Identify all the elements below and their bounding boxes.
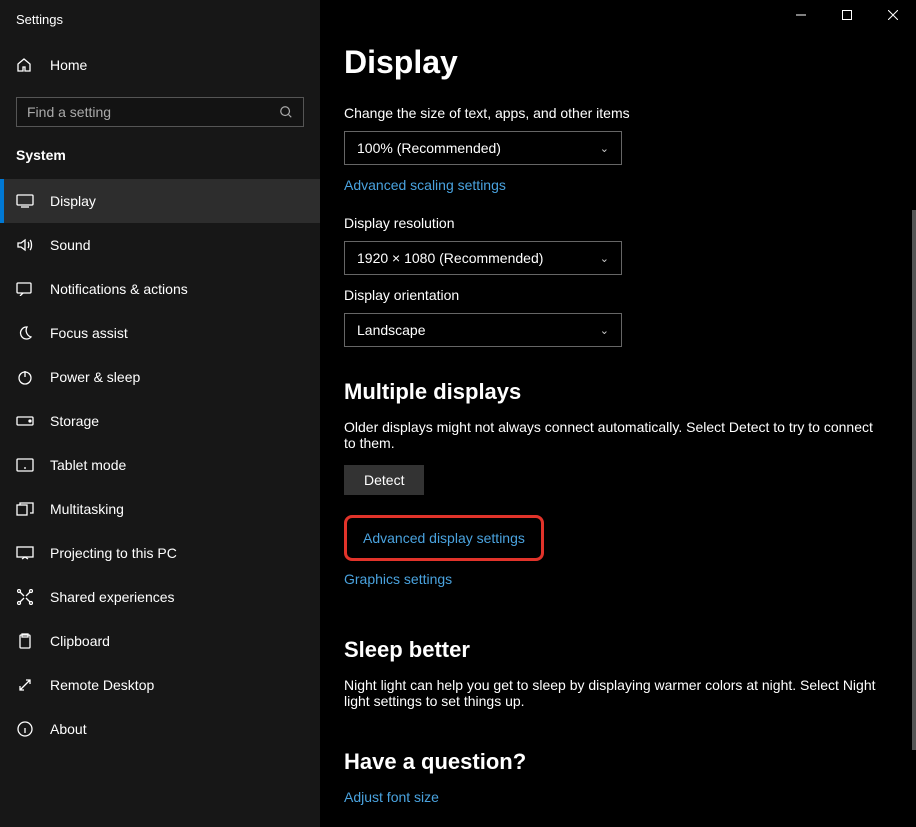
advanced-display-link[interactable]: Advanced display settings [363, 530, 525, 546]
scale-value: 100% (Recommended) [357, 140, 501, 156]
power-icon [16, 368, 34, 386]
nav-label: Power & sleep [50, 369, 140, 385]
projecting-icon [16, 544, 34, 562]
nav-item-display[interactable]: Display [0, 179, 320, 223]
advanced-scaling-link[interactable]: Advanced scaling settings [344, 177, 506, 193]
search-box[interactable] [16, 97, 304, 127]
orientation-select[interactable]: Landscape ⌄ [344, 313, 622, 347]
graphics-settings-link[interactable]: Graphics settings [344, 571, 452, 587]
nav-label: Clipboard [50, 633, 110, 649]
search-input[interactable] [27, 104, 279, 120]
nav-item-storage[interactable]: Storage [0, 399, 320, 443]
tablet-icon [16, 456, 34, 474]
home-label: Home [50, 57, 87, 73]
remote-icon [16, 676, 34, 694]
nav-item-power[interactable]: Power & sleep [0, 355, 320, 399]
chevron-down-icon: ⌄ [600, 252, 609, 265]
chevron-down-icon: ⌄ [600, 142, 609, 155]
nav-item-notifications[interactable]: Notifications & actions [0, 267, 320, 311]
home-button[interactable]: Home [0, 47, 320, 83]
nav-item-projecting[interactable]: Projecting to this PC [0, 531, 320, 575]
main-panel: Display Change the size of text, apps, a… [320, 0, 916, 827]
nav-item-remote[interactable]: Remote Desktop [0, 663, 320, 707]
multitasking-icon [16, 500, 34, 518]
nav-label: Projecting to this PC [50, 545, 177, 561]
nav-label: Remote Desktop [50, 677, 154, 693]
scrollbar[interactable] [912, 210, 916, 750]
nav-label: Tablet mode [50, 457, 126, 473]
nav-item-clipboard[interactable]: Clipboard [0, 619, 320, 663]
highlight-annotation: Advanced display settings [344, 515, 544, 561]
moon-icon [16, 324, 34, 342]
nav-label: About [50, 721, 87, 737]
page-title: Display [344, 44, 876, 81]
orientation-value: Landscape [357, 322, 426, 338]
storage-icon [16, 412, 34, 430]
scale-label: Change the size of text, apps, and other… [344, 105, 876, 121]
category-label: System [0, 147, 320, 179]
minimize-button[interactable] [778, 0, 824, 30]
sleep-better-title: Sleep better [344, 637, 876, 663]
nav-item-focus-assist[interactable]: Focus assist [0, 311, 320, 355]
nav-item-multitasking[interactable]: Multitasking [0, 487, 320, 531]
window-controls [778, 0, 916, 30]
question-title: Have a question? [344, 749, 876, 775]
chevron-down-icon: ⌄ [600, 324, 609, 337]
nav-label: Sound [50, 237, 90, 253]
sound-icon [16, 236, 34, 254]
nav-item-tablet[interactable]: Tablet mode [0, 443, 320, 487]
search-icon [279, 105, 293, 119]
home-icon [16, 57, 34, 73]
nav-item-about[interactable]: About [0, 707, 320, 751]
clipboard-icon [16, 632, 34, 650]
content-area: Display Change the size of text, apps, a… [320, 0, 916, 827]
maximize-button[interactable] [824, 0, 870, 30]
nav-item-shared[interactable]: Shared experiences [0, 575, 320, 619]
display-icon [16, 192, 34, 210]
resolution-select[interactable]: 1920 × 1080 (Recommended) ⌄ [344, 241, 622, 275]
multiple-displays-body: Older displays might not always connect … [344, 419, 876, 451]
resolution-label: Display resolution [344, 215, 876, 231]
close-button[interactable] [870, 0, 916, 30]
detect-button[interactable]: Detect [344, 465, 424, 495]
nav-list: Display Sound Notifications & actions Fo… [0, 179, 320, 751]
sleep-better-body: Night light can help you get to sleep by… [344, 677, 876, 709]
nav-label: Focus assist [50, 325, 128, 341]
multiple-displays-title: Multiple displays [344, 379, 876, 405]
resolution-value: 1920 × 1080 (Recommended) [357, 250, 543, 266]
sidebar: Settings Home System Display Sound Notif… [0, 0, 320, 827]
shared-icon [16, 588, 34, 606]
adjust-font-link[interactable]: Adjust font size [344, 789, 439, 805]
info-icon [16, 720, 34, 738]
scrollbar-thumb[interactable] [912, 210, 916, 750]
notifications-icon [16, 280, 34, 298]
scale-select[interactable]: 100% (Recommended) ⌄ [344, 131, 622, 165]
nav-label: Shared experiences [50, 589, 175, 605]
nav-label: Display [50, 193, 96, 209]
app-title: Settings [0, 8, 320, 47]
nav-label: Storage [50, 413, 99, 429]
nav-label: Multitasking [50, 501, 124, 517]
orientation-label: Display orientation [344, 287, 876, 303]
nav-label: Notifications & actions [50, 281, 188, 297]
nav-item-sound[interactable]: Sound [0, 223, 320, 267]
